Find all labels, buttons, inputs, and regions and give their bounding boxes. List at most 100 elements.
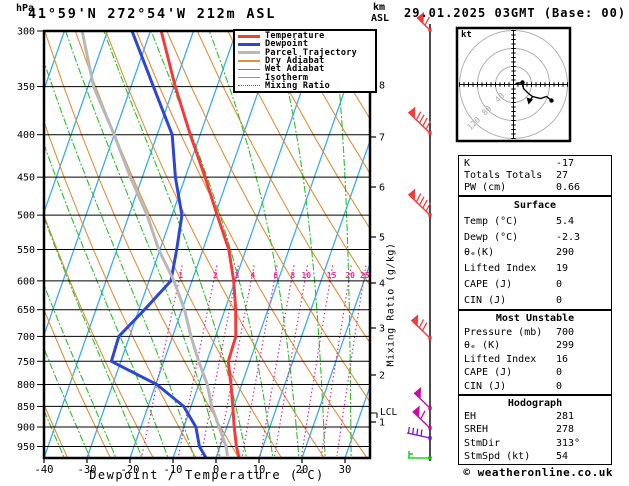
pressure-tick-label: 400 — [17, 130, 35, 141]
panel-box-indices: K -17 Totals Totals 27 PW (cm) 0.66 — [458, 155, 612, 196]
wind-barb — [410, 314, 432, 340]
mixing-ratio-label: 10 — [301, 271, 311, 280]
mixing-ratio-label: 1 — [178, 271, 183, 280]
run-datetime: 29.01.2025 03GMT (Base: 00) — [404, 6, 627, 20]
panel-row-label: SREH — [464, 424, 489, 436]
mixing-ratio-label: 4 — [250, 271, 255, 280]
panel-row-label: θₑ (K) — [464, 340, 501, 352]
km-tick-label: 5 — [379, 233, 385, 244]
panel-row-value: 0 — [556, 278, 563, 290]
km-tick-label: 6 — [379, 183, 385, 194]
pressure-tick-label: 450 — [17, 173, 35, 184]
panel-row-label: StmDir — [464, 437, 501, 449]
legend-swatch-mixing-ratio — [238, 85, 260, 87]
pressure-tick-label: 750 — [17, 357, 35, 368]
panel-row-value: 0 — [556, 380, 563, 392]
pressure-tick-label: 350 — [17, 82, 35, 93]
temp-axis-label: Dewpoint / Temperature (°C) — [89, 468, 325, 482]
panel-row-value: 27 — [556, 169, 569, 181]
panel-row: PW (cm) 0.66 — [464, 182, 611, 193]
km-tick-label: 2 — [379, 371, 385, 382]
mixing-ratio-label: 15 — [327, 271, 337, 280]
legend-swatch-temperature — [238, 34, 260, 38]
legend-label: Mixing Ratio — [265, 80, 331, 91]
panel-row: CAPE (J) 0 — [464, 367, 611, 378]
wind-barb — [407, 106, 432, 135]
panel-row-label: Temp (°C) — [464, 216, 519, 228]
panel-row: θₑ (K) 299 — [464, 340, 611, 351]
panel-row-label: CAPE (J) — [464, 367, 513, 379]
legend-swatch-parcel-trajectory — [238, 51, 260, 55]
legend-swatch-dry-adiabat — [238, 60, 260, 62]
panel-row-value: -2.3 — [556, 231, 581, 243]
panel-row-value: 0.66 — [556, 182, 581, 194]
pressure-tick-label: 550 — [17, 245, 35, 256]
wind-barb — [407, 188, 432, 217]
panel-row-label: Pressure (mb) — [464, 326, 543, 338]
panel-row: StmDir 313° — [464, 438, 611, 449]
panel-row-value: 19 — [556, 263, 569, 275]
chart-legend: Temperature Dewpoint Parcel Trajectory Dry … — [233, 29, 377, 94]
wind-barb — [413, 387, 432, 410]
km-tick-label: 4 — [379, 279, 385, 290]
panel-row-label: EH — [464, 411, 477, 423]
panel-row-label: CAPE (J) — [464, 278, 513, 290]
panel-row-value: 299 — [556, 340, 575, 352]
altitude-asl-label: ASL — [371, 13, 390, 24]
panel-title: Surface — [513, 200, 557, 212]
panel-row: Dewp (°C) -2.3 — [464, 232, 611, 243]
pressure-tick-label: 500 — [17, 211, 35, 222]
km-tick-label: 1 — [379, 418, 385, 429]
panel-row-label: PW (cm) — [464, 182, 507, 194]
panel-row: Lifted Index 16 — [464, 354, 611, 365]
panel-row: EH 281 — [464, 411, 611, 422]
hodograph-inset: 4080120 — [455, 26, 572, 143]
panel-row: SREH 278 — [464, 424, 611, 435]
hodograph-ring-label: 40 — [493, 91, 506, 104]
panel-row-label: K — [464, 157, 471, 169]
panel-box-most-unstable: Most Unstable Pressure (mb) 700 θₑ (K) 299 Li… — [458, 310, 612, 395]
wind-barb — [408, 451, 432, 460]
panel-row-label: StmSpd (kt) — [464, 450, 531, 462]
skewt-sounding-page: { "header": { "station": "41°59'N 272°54… — [0, 0, 629, 486]
legend-swatch-isotherm — [238, 76, 260, 79]
pressure-tick-label: 700 — [17, 332, 35, 343]
panel-row-value: 54 — [556, 450, 569, 462]
hodograph-ring-label: 120 — [466, 115, 483, 132]
pressure-tick-label: 300 — [17, 27, 35, 38]
pressure-unit-label: hPa — [16, 3, 35, 14]
panel-row: CIN (J) 0 — [464, 295, 611, 306]
pressure-tick-label: 600 — [17, 276, 35, 287]
panel-row-label: CIN (J) — [464, 380, 507, 392]
panel-row: Temp (°C) 5.4 — [464, 216, 611, 227]
panel-row-label: Lifted Index — [464, 353, 537, 365]
panel-row-label: CIN (J) — [464, 294, 507, 306]
panel-box-hodograph: Hodograph EH 281 SREH 278 StmDir 313° StmSpd (k… — [458, 395, 612, 465]
mixing-ratio-label: 20 — [345, 271, 355, 280]
km-tick-label: 3 — [379, 324, 385, 335]
pressure-tick-label: 800 — [17, 380, 35, 391]
panel-row-value: 281 — [556, 411, 575, 423]
mixing-ratio-label: 2 — [213, 271, 218, 280]
panel-row-value: 290 — [556, 247, 575, 259]
panel-row-label: Lifted Index — [464, 263, 537, 275]
wind-barb-column — [406, 11, 432, 461]
panel-row-label: Dewp (°C) — [464, 231, 519, 243]
panel-row: CIN (J) 0 — [464, 381, 611, 392]
panel-row: Pressure (mb) 700 — [464, 327, 611, 338]
legend-swatch-wet-adiabat — [238, 68, 260, 71]
panel-row-value: 0 — [556, 294, 563, 306]
panel-title: Hodograph — [507, 398, 563, 410]
credit-link[interactable]: © weatheronline.co.uk — [398, 466, 613, 479]
panel-row-value: 16 — [556, 353, 569, 365]
pressure-tick-label: 650 — [17, 305, 35, 316]
pressure-tick-label: 950 — [17, 442, 35, 453]
mixing-ratio-label: 8 — [290, 271, 295, 280]
km-tick-label: 8 — [379, 81, 385, 92]
altitude-unit-label: km — [373, 2, 386, 13]
panel-row: Lifted Index 19 — [464, 263, 611, 274]
mixing-ratio-axis-label: Mixing Ratio (g/kg) — [385, 242, 397, 367]
plot-border — [42, 29, 372, 460]
pressure-tick-label: 900 — [17, 423, 35, 434]
km-tick-label: 7 — [379, 133, 385, 144]
